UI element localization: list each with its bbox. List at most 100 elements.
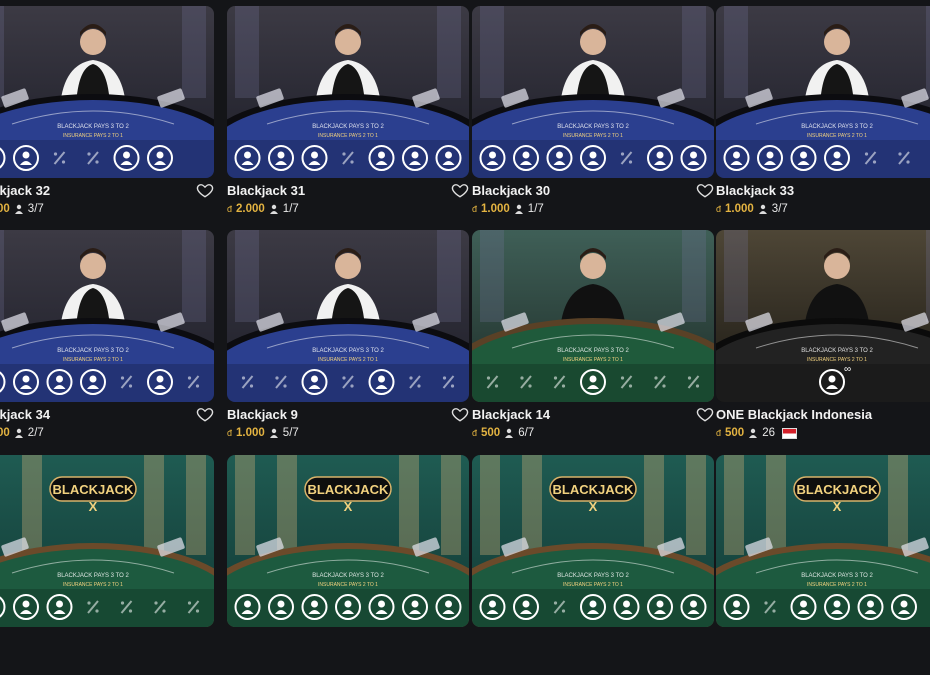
table-insurance-text: INSURANCE PAYS 2 TO 1 [563,133,623,139]
table-insurance-text: INSURANCE PAYS 2 TO 1 [318,582,378,588]
min-bet: 2.000 [236,203,265,215]
players-icon [504,428,514,438]
game-meta: đ 1.000 5/7 [227,427,299,439]
game-meta: đ 500 26 [716,427,797,439]
players-count: 5/7 [282,427,299,439]
min-bet: 1.000 [236,427,265,439]
players-count: 1/7 [282,203,299,215]
game-thumbnail[interactable]: BLACKJACK X BLACKJACK PAYS 3 TO 2 INSURANCE… [227,455,469,627]
game-title[interactable]: Blackjack 14 [472,407,550,422]
players-icon [269,428,279,438]
game-thumbnail[interactable]: BLACKJACK X BLACKJACK PAYS 3 TO 2 INSURANCE… [0,455,214,627]
blackjack-logo-text: BLACKJACK [553,482,635,497]
game-card[interactable]: BLACKJACK PAYS 3 TO 2 INSURANCE PAYS 2 TO… [472,230,714,450]
heart-icon[interactable] [196,405,214,423]
game-card[interactable]: BLACKJACK X BLACKJACK PAYS 3 TO 2 INSURANCE… [0,455,214,675]
blackjack-logo-x: X [589,499,598,514]
heart-icon[interactable] [696,405,714,423]
game-card[interactable]: BLACKJACK PAYS 3 TO 2 INSURANCE PAYS 2 TO… [716,230,930,450]
table-insurance-text: INSURANCE PAYS 2 TO 1 [807,582,867,588]
table-pays-text: BLACKJACK PAYS 3 TO 2 [312,348,384,354]
table-pays-text: BLACKJACK PAYS 3 TO 2 [557,348,629,354]
table-pays-text: BLACKJACK PAYS 3 TO 2 [801,348,873,354]
game-title[interactable]: Blackjack 32 [0,183,50,198]
game-card[interactable]: BLACKJACK PAYS 3 TO 2 INSURANCE PAYS 2 TO… [227,6,469,226]
game-thumbnail[interactable]: BLACKJACK PAYS 3 TO 2 INSURANCE PAYS 2 TO… [716,230,930,402]
heart-icon[interactable] [451,405,469,423]
players-count: 3/7 [771,203,788,215]
table-pays-text: BLACKJACK PAYS 3 TO 2 [801,124,873,130]
game-title[interactable]: Blackjack 31 [227,183,305,198]
players-icon [514,204,524,214]
players-icon [269,204,279,214]
game-title[interactable]: Blackjack 30 [472,183,550,198]
currency-icon: đ [472,428,478,438]
min-bet: 1.000 [481,203,510,215]
game-card[interactable]: BLACKJACK PAYS 3 TO 2 INSURANCE PAYS 2 TO… [716,6,930,226]
game-thumbnail[interactable]: BLACKJACK PAYS 3 TO 2 INSURANCE PAYS 2 TO… [0,6,214,178]
game-card[interactable]: BLACKJACK X BLACKJACK PAYS 3 TO 2 INSURANCE… [716,455,930,675]
table-pays-text: BLACKJACK PAYS 3 TO 2 [557,573,629,579]
game-meta: đ2.000 3/7 [0,203,44,215]
min-bet: 1.000 [725,203,754,215]
table-insurance-text: INSURANCE PAYS 2 TO 1 [563,582,623,588]
game-thumbnail[interactable]: BLACKJACK PAYS 3 TO 2 INSURANCE PAYS 2 TO… [472,230,714,402]
game-thumbnail[interactable]: BLACKJACK PAYS 3 TO 2 INSURANCE PAYS 2 TO… [227,6,469,178]
players-count: 26 [762,427,775,439]
blackjack-logo-text: BLACKJACK [797,482,879,497]
table-insurance-text: INSURANCE PAYS 2 TO 1 [807,133,867,139]
currency-icon: đ [716,204,722,214]
game-card[interactable]: BLACKJACK PAYS 3 TO 2 INSURANCE PAYS 2 TO… [0,6,214,226]
game-thumbnail[interactable]: BLACKJACK X BLACKJACK PAYS 3 TO 2 INSURANCE… [716,455,930,627]
blackjack-logo-x: X [344,499,353,514]
svg-text:∞: ∞ [844,364,851,375]
game-card[interactable]: BLACKJACK PAYS 3 TO 2 INSURANCE PAYS 2 TO… [472,6,714,226]
table-insurance-text: INSURANCE PAYS 2 TO 1 [63,357,123,363]
game-card[interactable]: BLACKJACK X BLACKJACK PAYS 3 TO 2 INSURANCE… [227,455,469,675]
currency-icon: đ [227,428,233,438]
table-insurance-text: INSURANCE PAYS 2 TO 1 [807,357,867,363]
game-card[interactable]: BLACKJACK PAYS 3 TO 2 INSURANCE PAYS 2 TO… [227,230,469,450]
game-meta: đ 2.000 1/7 [227,203,299,215]
table-pays-text: BLACKJACK PAYS 3 TO 2 [57,124,129,130]
game-meta: đ 1.000 1/7 [472,203,544,215]
table-insurance-text: INSURANCE PAYS 2 TO 1 [563,357,623,363]
currency-icon: đ [716,428,722,438]
min-bet: 500 [725,427,745,439]
table-pays-text: BLACKJACK PAYS 3 TO 2 [312,573,384,579]
blackjack-logo-text: BLACKJACK [53,482,135,497]
players-icon [14,428,24,438]
game-grid: BLACKJACK PAYS 3 TO 2 INSURANCE PAYS 2 TO… [0,0,930,627]
blackjack-logo-x: X [89,499,98,514]
players-icon [758,204,768,214]
game-card[interactable]: BLACKJACK PAYS 3 TO 2 INSURANCE PAYS 2 TO… [0,230,214,450]
game-thumbnail[interactable]: BLACKJACK X BLACKJACK PAYS 3 TO 2 INSURANCE… [472,455,714,627]
heart-icon[interactable] [451,181,469,199]
game-meta: đ 1.000 3/7 [716,203,788,215]
game-card[interactable]: BLACKJACK X BLACKJACK PAYS 3 TO 2 INSURANCE… [472,455,714,675]
players-count: 6/7 [518,427,535,439]
players-icon [14,204,24,214]
game-title[interactable]: Blackjack 34 [0,407,50,422]
table-pays-text: BLACKJACK PAYS 3 TO 2 [557,124,629,130]
players-count: 3/7 [27,203,44,215]
heart-icon[interactable] [696,181,714,199]
game-thumbnail[interactable]: BLACKJACK PAYS 3 TO 2 INSURANCE PAYS 2 TO… [227,230,469,402]
game-thumbnail[interactable]: BLACKJACK PAYS 3 TO 2 INSURANCE PAYS 2 TO… [472,6,714,178]
heart-icon[interactable] [196,181,214,199]
game-title[interactable]: Blackjack 9 [227,407,298,422]
game-title[interactable]: ONE Blackjack Indonesia [716,407,872,422]
game-title[interactable]: Blackjack 33 [716,183,794,198]
game-meta: đ1.000 2/7 [0,427,44,439]
table-insurance-text: INSURANCE PAYS 2 TO 1 [63,582,123,588]
table-pays-text: BLACKJACK PAYS 3 TO 2 [801,573,873,579]
min-bet: 1.000 [0,427,10,439]
table-insurance-text: INSURANCE PAYS 2 TO 1 [63,133,123,139]
table-insurance-text: INSURANCE PAYS 2 TO 1 [318,133,378,139]
currency-icon: đ [472,204,478,214]
players-count: 1/7 [527,203,544,215]
currency-icon: đ [227,204,233,214]
game-thumbnail[interactable]: BLACKJACK PAYS 3 TO 2 INSURANCE PAYS 2 TO… [716,6,930,178]
blackjack-logo-text: BLACKJACK [308,482,390,497]
game-thumbnail[interactable]: BLACKJACK PAYS 3 TO 2 INSURANCE PAYS 2 TO… [0,230,214,402]
